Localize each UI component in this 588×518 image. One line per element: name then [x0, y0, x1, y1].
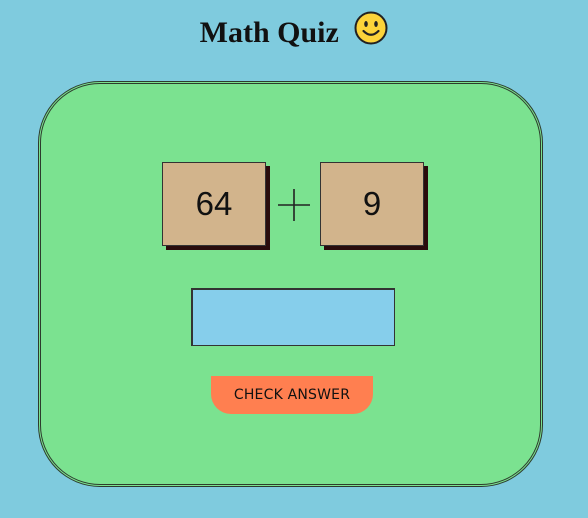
smiley-face-icon [354, 11, 388, 53]
check-answer-button[interactable]: CHECK ANSWER [211, 376, 373, 414]
quiz-card: 64 9 CHECK ANSWER [40, 83, 541, 485]
page-title: Math Quiz [0, 11, 588, 56]
plus-operator-icon [277, 188, 311, 222]
operand-b-box: 9 [320, 162, 424, 246]
operand-b-value: 9 [362, 185, 382, 222]
operand-a-box: 64 [162, 162, 266, 246]
page-title-text: Math Quiz [199, 15, 339, 49]
answer-input[interactable] [191, 288, 395, 346]
operand-a-value: 64 [195, 185, 233, 222]
